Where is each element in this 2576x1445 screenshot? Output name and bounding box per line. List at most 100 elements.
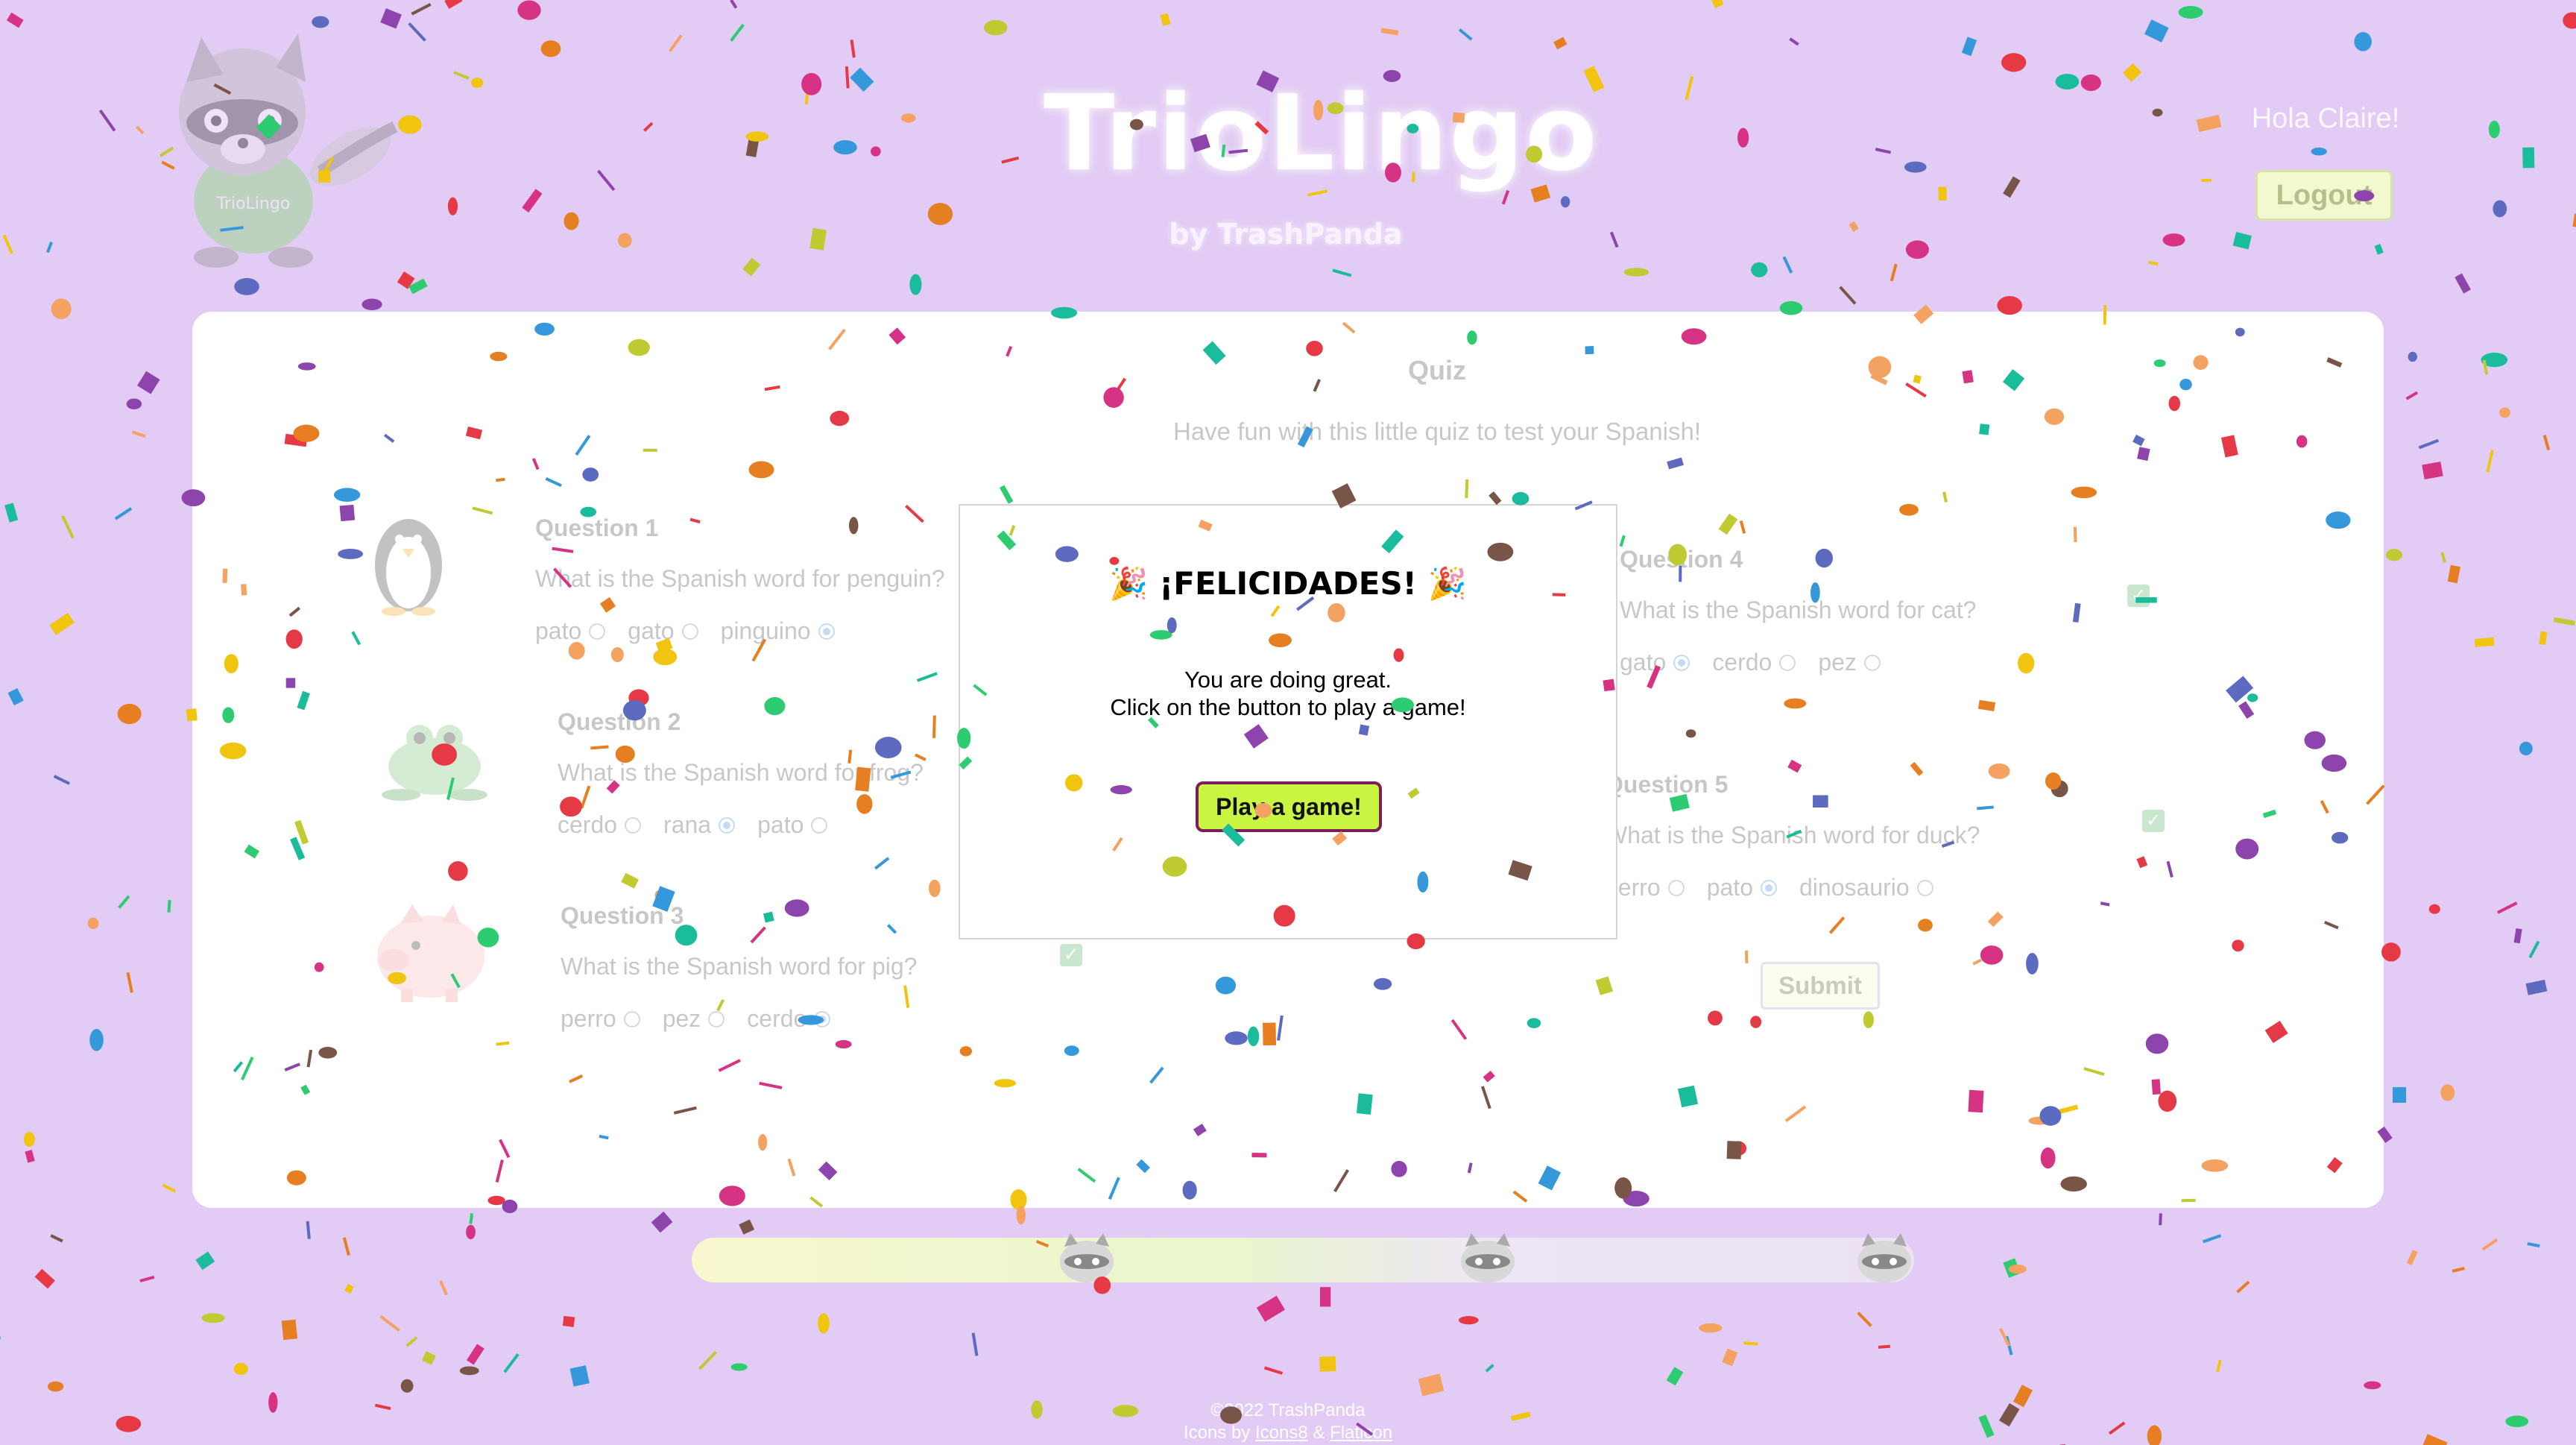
confetti-piece <box>1485 1364 1494 1373</box>
option-item[interactable]: cerdo <box>747 1005 831 1033</box>
confetti-piece <box>2393 1087 2407 1104</box>
option-item[interactable]: rana <box>663 811 736 839</box>
confetti-piece <box>2159 1213 2162 1226</box>
confetti-piece <box>132 430 146 438</box>
confetti-piece <box>833 139 857 155</box>
option-item[interactable]: perro <box>561 1005 640 1033</box>
question-1-text: What is the Spanish word for penguin? <box>535 565 945 592</box>
radio-button[interactable] <box>1779 654 1796 671</box>
option-item[interactable]: cerdo <box>1712 649 1796 676</box>
confetti-piece <box>745 136 760 157</box>
radio-button[interactable] <box>1667 879 1685 896</box>
question-2-text: What is the Spanish word for frog? <box>558 759 924 786</box>
confetti-piece <box>617 233 632 248</box>
radio-button-selected[interactable] <box>814 1010 831 1027</box>
confetti-piece <box>668 34 683 53</box>
confetti-piece <box>2440 552 2446 563</box>
question-2-options: cerdo rana pato <box>558 811 850 839</box>
confetti-piece <box>809 227 827 251</box>
confetti-piece <box>1418 1373 1445 1397</box>
confetti-piece <box>2522 147 2535 169</box>
quiz-subtitle: Have fun with this little quiz to test y… <box>1172 418 1702 445</box>
radio-button-selected[interactable] <box>719 816 736 834</box>
option-item[interactable]: pato <box>535 617 606 645</box>
confetti-piece <box>927 203 953 225</box>
question-1-options: pato gato pinguino <box>535 617 857 645</box>
confetti-piece <box>1001 156 1020 164</box>
confetti-piece <box>469 1213 474 1224</box>
confetti-piece <box>2080 74 2101 92</box>
confetti-piece <box>2488 120 2500 139</box>
option-item[interactable]: pez <box>1818 649 1881 676</box>
radio-button[interactable] <box>681 623 698 640</box>
confetti-piece <box>422 1351 436 1365</box>
confetti-piece <box>2 234 13 254</box>
confetti-piece <box>46 241 53 254</box>
confetti-piece <box>6 12 24 28</box>
confetti-piece <box>117 703 142 725</box>
confetti-piece <box>1782 256 1793 274</box>
option-item[interactable]: gato <box>628 617 698 645</box>
radio-button[interactable] <box>623 1010 640 1027</box>
confetti-piece <box>2563 12 2576 29</box>
confetti-piece <box>459 1366 479 1376</box>
confetti-piece <box>2474 637 2495 647</box>
confetti-piece <box>444 0 463 9</box>
radio-button[interactable] <box>589 623 606 640</box>
confetti-piece <box>118 895 130 909</box>
congratulations-modal: 🎉 ¡FELICIDADES! 🎉 You are doing great. C… <box>959 504 1617 939</box>
option-item[interactable]: cerdo <box>558 811 642 839</box>
confetti-piece <box>850 67 874 92</box>
confetti-piece <box>562 1315 575 1327</box>
confetti-piece <box>818 1313 830 1334</box>
radio-button-selected[interactable] <box>1760 879 1777 896</box>
confetti-piece <box>1685 76 1694 101</box>
confetti-piece <box>47 1381 64 1392</box>
confetti-piece <box>1160 13 1171 26</box>
footer-credits: Icons by Icons8 & Flaticon <box>1118 1423 1458 1444</box>
confetti-piece <box>2385 549 2402 561</box>
confetti-piece <box>1737 128 1749 148</box>
radio-button[interactable] <box>625 816 642 834</box>
option-item[interactable]: pato <box>1707 874 1777 901</box>
radio-button[interactable] <box>708 1010 725 1027</box>
radio-button[interactable] <box>1916 879 1933 896</box>
option-label: dinosaurio <box>1799 874 1910 901</box>
confetti-piece <box>2447 564 2460 584</box>
confetti-piece <box>2354 32 2372 51</box>
option-item[interactable]: pez <box>663 1005 725 1033</box>
confetti-piece <box>2374 244 2384 255</box>
option-item[interactable]: dinosaurio <box>1799 874 1933 901</box>
brand-title: TrioLingo <box>1044 73 1599 195</box>
correct-check-icon: ✓ <box>2127 585 2150 607</box>
option-label: cerdo <box>558 811 618 838</box>
raccoon-icon <box>1857 1233 1911 1282</box>
radio-button[interactable] <box>1863 654 1881 671</box>
radio-button[interactable] <box>811 816 828 834</box>
radio-button-selected[interactable] <box>818 623 835 640</box>
play-game-button[interactable]: Play a game! <box>1196 781 1382 832</box>
radio-button-selected[interactable] <box>1673 654 1690 671</box>
flaticon-link[interactable]: Flaticon <box>1330 1423 1392 1443</box>
confetti-piece <box>139 1275 155 1282</box>
raccoon-icon <box>1461 1233 1515 1282</box>
confetti-piece <box>2405 391 2419 400</box>
option-label: pato <box>1706 874 1753 901</box>
submit-button[interactable]: Submit <box>1761 962 1880 1010</box>
confetti-piece <box>871 146 881 157</box>
confetti-piece <box>1722 1348 1738 1367</box>
option-item[interactable]: gato <box>1620 649 1690 676</box>
confetti-piece <box>2364 1381 2381 1390</box>
party-popper-icon: 🎉 <box>1427 565 1467 602</box>
confetti-piece <box>2440 1084 2455 1101</box>
confetti-piece <box>137 371 160 394</box>
penguin-icon <box>375 519 442 616</box>
question-4-options: gato cerdo pez <box>1620 649 1903 676</box>
option-item[interactable]: pinguino <box>721 617 835 645</box>
icons8-link[interactable]: Icons8 <box>1255 1423 1308 1443</box>
logout-button[interactable]: Logout <box>2255 170 2393 221</box>
option-label: pinguino <box>720 617 811 644</box>
option-item[interactable]: pato <box>757 811 828 839</box>
confetti-piece <box>405 1336 418 1347</box>
correct-check-icon: ✓ <box>1060 944 1082 966</box>
